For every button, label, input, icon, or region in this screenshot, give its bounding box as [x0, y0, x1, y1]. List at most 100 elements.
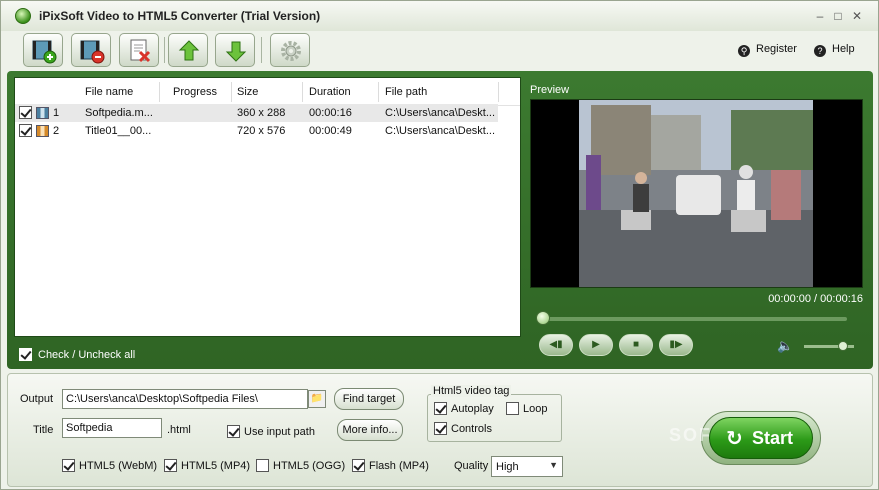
- row-index: 1: [53, 107, 60, 119]
- use-input-path-label: Use input path: [244, 426, 315, 438]
- toolbar: ⚲ Register ? Help: [1, 31, 878, 69]
- quality-value: High: [496, 461, 519, 473]
- folder-icon: 📁: [310, 393, 324, 404]
- register-link[interactable]: ⚲ Register: [738, 43, 797, 57]
- check-all-toggle[interactable]: Check / Uncheck all: [19, 348, 135, 361]
- preview-label: Preview: [530, 84, 570, 96]
- loop-option[interactable]: Loop: [506, 402, 547, 415]
- volume-handle[interactable]: [838, 341, 848, 351]
- window-title: iPixSoft Video to HTML5 Converter (Trial…: [39, 9, 321, 23]
- table-row[interactable]: 2 Title01__00... 720 x 576 00:00:49 C:\U…: [15, 122, 498, 140]
- video-file-icon: [36, 125, 49, 137]
- quality-label: Quality: [454, 460, 489, 472]
- row-checkbox[interactable]: [19, 124, 32, 137]
- stop-icon: ■: [632, 339, 640, 350]
- toolbar-separator: [164, 37, 165, 63]
- row-file-name: Softpedia.m...: [85, 107, 153, 119]
- video-preview: [530, 99, 863, 288]
- next-button[interactable]: ▮▶: [659, 334, 693, 356]
- find-target-button[interactable]: Find target: [334, 388, 404, 410]
- maximize-button[interactable]: □: [831, 9, 845, 23]
- speaker-icon[interactable]: 🔈: [777, 338, 793, 354]
- browse-folder-button[interactable]: 📁: [308, 390, 326, 408]
- file-list[interactable]: File name Progress Size Duration File pa…: [14, 77, 521, 337]
- title-input[interactable]: Softpedia: [62, 418, 162, 438]
- check-all-label: Check / Uncheck all: [38, 349, 136, 361]
- app-window: iPixSoft Video to HTML5 Converter (Trial…: [0, 0, 879, 490]
- seek-handle[interactable]: [536, 311, 551, 325]
- format-mp4-checkbox[interactable]: [164, 459, 177, 472]
- film-remove-icon: [80, 40, 105, 64]
- chevron-down-icon: ▼: [549, 460, 558, 470]
- format-ogg-label: HTML5 (OGG): [273, 460, 346, 472]
- controls-option[interactable]: Controls: [434, 422, 492, 435]
- loop-label: Loop: [523, 403, 548, 415]
- play-button[interactable]: ▶: [579, 334, 613, 356]
- start-button[interactable]: ↻ Start: [709, 417, 813, 459]
- previous-button[interactable]: ◀▮: [539, 334, 573, 356]
- row-file-path: C:\Users\anca\Deskt...: [385, 125, 496, 137]
- help-link[interactable]: ? Help: [814, 43, 855, 57]
- row-file-path: C:\Users\anca\Deskt...: [385, 107, 496, 119]
- table-row[interactable]: 1 Softpedia.m... 360 x 288 00:00:16 C:\U…: [15, 104, 498, 122]
- stop-button[interactable]: ■: [619, 334, 653, 356]
- column-file-name[interactable]: File name: [85, 86, 133, 98]
- help-label: Help: [832, 43, 855, 55]
- remove-video-button[interactable]: [71, 33, 111, 67]
- format-flash-option[interactable]: Flash (MP4): [352, 459, 429, 472]
- controls-checkbox[interactable]: [434, 422, 447, 435]
- row-index: 2: [53, 125, 60, 137]
- autoplay-checkbox[interactable]: [434, 402, 447, 415]
- arrow-up-icon: [178, 40, 200, 61]
- loop-checkbox[interactable]: [506, 402, 519, 415]
- close-button[interactable]: ✕: [850, 9, 864, 23]
- column-size[interactable]: Size: [237, 86, 258, 98]
- column-file-path[interactable]: File path: [385, 86, 427, 98]
- main-panel: File name Progress Size Duration File pa…: [7, 71, 873, 369]
- gear-icon: [281, 41, 301, 61]
- add-video-button[interactable]: [23, 33, 63, 67]
- autoplay-option[interactable]: Autoplay: [434, 402, 494, 415]
- skip-back-icon: ◀▮: [549, 339, 563, 350]
- check-all-checkbox[interactable]: [19, 348, 32, 361]
- row-duration: 00:00:49: [309, 125, 352, 137]
- html5-video-tag-title: Html5 video tag: [431, 385, 512, 397]
- output-path-input[interactable]: C:\Users\anca\Desktop\Softpedia Files\: [62, 389, 308, 409]
- playback-time: 00:00:00 / 00:00:16: [768, 293, 863, 305]
- clear-list-button[interactable]: [119, 33, 159, 67]
- format-webm-option[interactable]: HTML5 (WebM): [62, 459, 157, 472]
- move-up-button[interactable]: [168, 33, 208, 67]
- document-delete-icon: [130, 39, 151, 63]
- video-file-icon: [36, 107, 49, 119]
- controls-label: Controls: [451, 423, 492, 435]
- play-icon: ▶: [592, 339, 600, 350]
- video-frame-image: [531, 100, 862, 287]
- move-down-button[interactable]: [215, 33, 255, 67]
- format-ogg-checkbox[interactable]: [256, 459, 269, 472]
- row-checkbox[interactable]: [19, 106, 32, 119]
- column-duration[interactable]: Duration: [309, 86, 351, 98]
- format-flash-checkbox[interactable]: [352, 459, 365, 472]
- app-logo-icon: [15, 8, 31, 24]
- column-divider: [231, 82, 232, 102]
- refresh-icon: ↻: [726, 428, 743, 450]
- column-divider: [302, 82, 303, 102]
- settings-button[interactable]: [270, 33, 310, 67]
- format-webm-checkbox[interactable]: [62, 459, 75, 472]
- minimize-button[interactable]: –: [813, 9, 827, 23]
- quality-select[interactable]: High ▼: [491, 456, 563, 477]
- more-info-button[interactable]: More info...: [337, 419, 403, 441]
- use-input-path-checkbox[interactable]: [227, 425, 240, 438]
- format-flash-label: Flash (MP4): [369, 460, 429, 472]
- film-add-icon: [32, 40, 57, 64]
- column-progress[interactable]: Progress: [173, 86, 217, 98]
- seek-bar[interactable]: [537, 317, 847, 321]
- skip-forward-icon: ▮▶: [669, 339, 683, 350]
- start-label: Start: [752, 428, 794, 448]
- key-icon: ⚲: [738, 45, 750, 57]
- row-file-name: Title01__00...: [85, 125, 152, 137]
- format-ogg-option[interactable]: HTML5 (OGG): [256, 459, 345, 472]
- use-input-path-option[interactable]: Use input path: [227, 425, 315, 438]
- format-webm-label: HTML5 (WebM): [79, 460, 158, 472]
- format-mp4-option[interactable]: HTML5 (MP4): [164, 459, 250, 472]
